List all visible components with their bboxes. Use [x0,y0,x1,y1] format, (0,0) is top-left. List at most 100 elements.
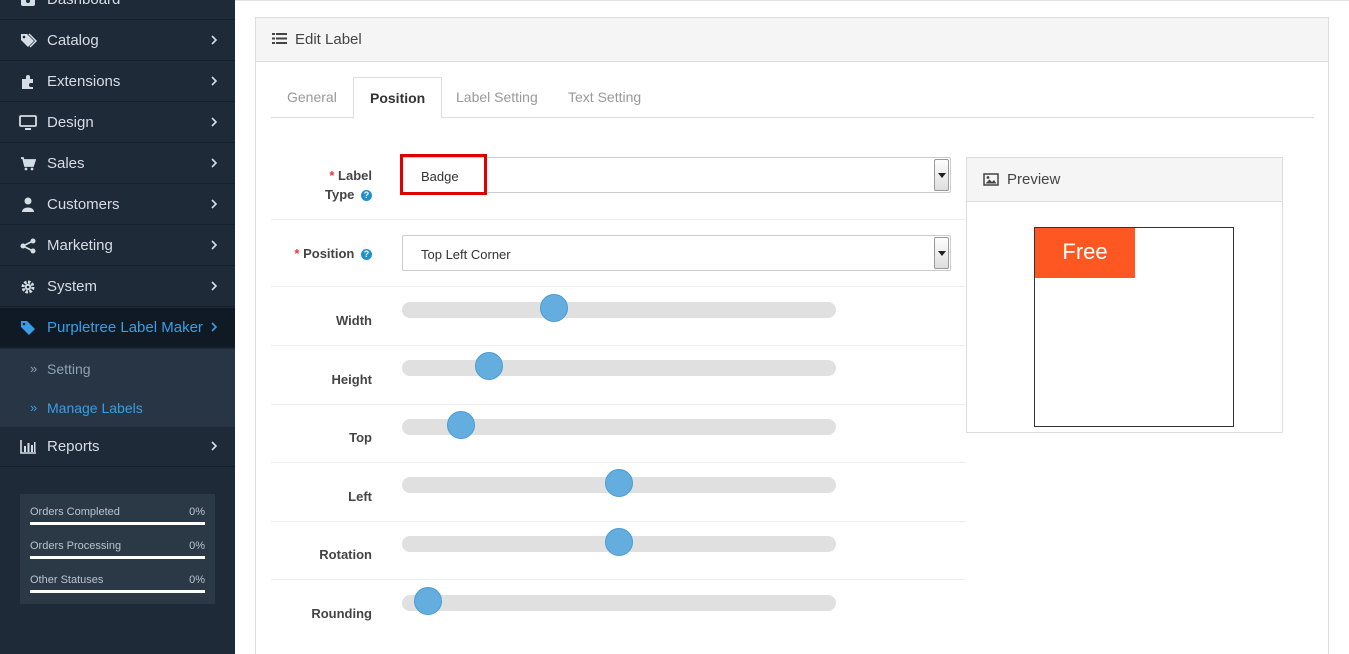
tab-general[interactable]: General [271,77,353,118]
preview-heading: Preview [967,158,1282,202]
preview-title: Preview [1007,171,1061,188]
left-slider[interactable] [402,469,836,497]
tab-position[interactable]: Position [353,77,443,119]
position-value: Top Left Corner [421,247,511,262]
cart-icon [19,156,37,172]
sidebar-item-label: Extensions [47,73,121,90]
tab-bar: General Position Label Setting Text Sett… [271,77,1314,119]
main-content: Edit Label General Position Label Settin… [235,0,1349,654]
chevron-right-icon [210,33,218,50]
row-divider [271,219,966,220]
row-divider [271,462,966,463]
slider-handle[interactable] [475,352,504,380]
rounding-slider[interactable] [402,587,836,615]
desktop-icon [19,114,37,131]
panel-title: Edit Label [295,31,362,48]
height-slider[interactable] [402,352,836,380]
tag-icon [19,320,37,336]
chevron-right-icon [210,238,218,255]
image-icon [983,173,999,191]
stat-progress-bar [30,522,205,525]
sidebar-item-extensions[interactable]: Extensions [0,62,235,102]
slider-handle[interactable] [414,587,443,615]
help-icon[interactable]: ? [361,190,372,202]
top-slider[interactable] [402,411,836,439]
help-icon[interactable]: ? [361,249,372,261]
panel-heading: Edit Label [256,18,1328,62]
dashboard-icon [19,0,37,8]
sidebar-item-label: Sales [47,155,85,172]
preview-badge: Free [1035,228,1135,278]
stat-value: 0% [189,506,205,518]
stat-orders-completed: Orders Completed 0% [30,504,205,538]
required-marker: * [294,246,300,261]
row-divider [271,345,966,346]
sidebar-item-dashboard[interactable]: Dashboard [0,0,235,20]
chevron-right-icon [210,115,218,132]
dropdown-arrow-icon[interactable] [934,159,949,191]
sidebar-item-catalog[interactable]: Catalog [0,21,235,61]
width-label: Width [336,313,372,328]
share-icon [19,238,37,254]
tags-icon [19,33,37,49]
rotation-label: Rotation [319,547,372,562]
order-stats-box: Orders Completed 0% Orders Processing 0%… [20,494,215,604]
sidebar-item-label: Dashboard [47,0,120,8]
top-label: Top [349,430,372,445]
rotation-slider[interactable] [402,528,836,556]
sidebar-item-marketing[interactable]: Marketing [0,226,235,266]
sidebar-subitem-label: Manage Labels [47,399,143,416]
sidebar-subitem-setting[interactable]: » Setting [0,349,235,388]
chevron-right-icon [210,197,218,214]
position-label-text: Position [303,246,355,261]
sidebar-subitem-label: Setting [47,360,91,377]
preview-panel: Preview Free [966,157,1283,433]
bar-chart-icon [19,439,37,455]
sidebar-item-design[interactable]: Design [0,103,235,143]
slider-handle[interactable] [446,411,475,439]
chevron-right-icon [210,279,218,296]
sidebar: Dashboard Catalog Extensions Design Sale… [0,0,235,654]
sidebar-item-label: Reports [47,438,100,455]
sidebar-item-reports[interactable]: Reports [0,427,235,467]
required-marker: * [329,168,335,183]
stat-value: 0% [189,574,205,586]
stat-value: 0% [189,540,205,552]
slider-handle[interactable] [605,469,633,497]
position-label: * Position ? [276,244,372,263]
slider-handle[interactable] [540,294,569,322]
chevron-right-icon [210,74,218,91]
chevron-right-icon [210,320,218,337]
dropdown-arrow-icon[interactable] [934,237,949,269]
sidebar-item-customers[interactable]: Customers [0,185,235,225]
label-type-label: * Label Type ? [296,166,372,204]
tab-text-setting[interactable]: Text Setting [552,77,657,118]
preview-canvas: Free [1034,227,1234,427]
label-type-label-line1: Label [338,168,372,183]
sidebar-item-label: Purpletree Label Maker [47,319,203,336]
sidebar-subitem-manage-labels[interactable]: » Manage Labels [0,388,235,427]
sidebar-item-system[interactable]: System [0,267,235,307]
stat-progress-bar [30,556,205,559]
row-divider [271,286,966,287]
puzzle-icon [19,74,37,90]
width-slider[interactable] [402,294,836,322]
sidebar-item-label: Design [47,114,94,131]
stat-name: Orders Processing [30,540,122,552]
tab-label-setting[interactable]: Label Setting [440,77,554,118]
stat-other-statuses: Other Statuses 0% [30,572,205,606]
sidebar-item-purpletree-label-maker[interactable]: Purpletree Label Maker [0,308,235,348]
sidebar-item-sales[interactable]: Sales [0,144,235,184]
stat-orders-processing: Orders Processing 0% [30,538,205,572]
left-label: Left [348,489,372,504]
height-label: Height [331,372,372,387]
sidebar-item-label: Catalog [47,32,99,49]
stat-name: Orders Completed [30,506,120,518]
position-select[interactable]: Top Left Corner [402,235,951,271]
row-divider [271,521,966,522]
stat-name: Other Statuses [30,574,104,586]
double-chevron-right-icon: » [30,400,38,415]
slider-handle[interactable] [605,528,633,556]
row-divider [271,404,966,405]
stat-progress-bar [30,590,205,593]
